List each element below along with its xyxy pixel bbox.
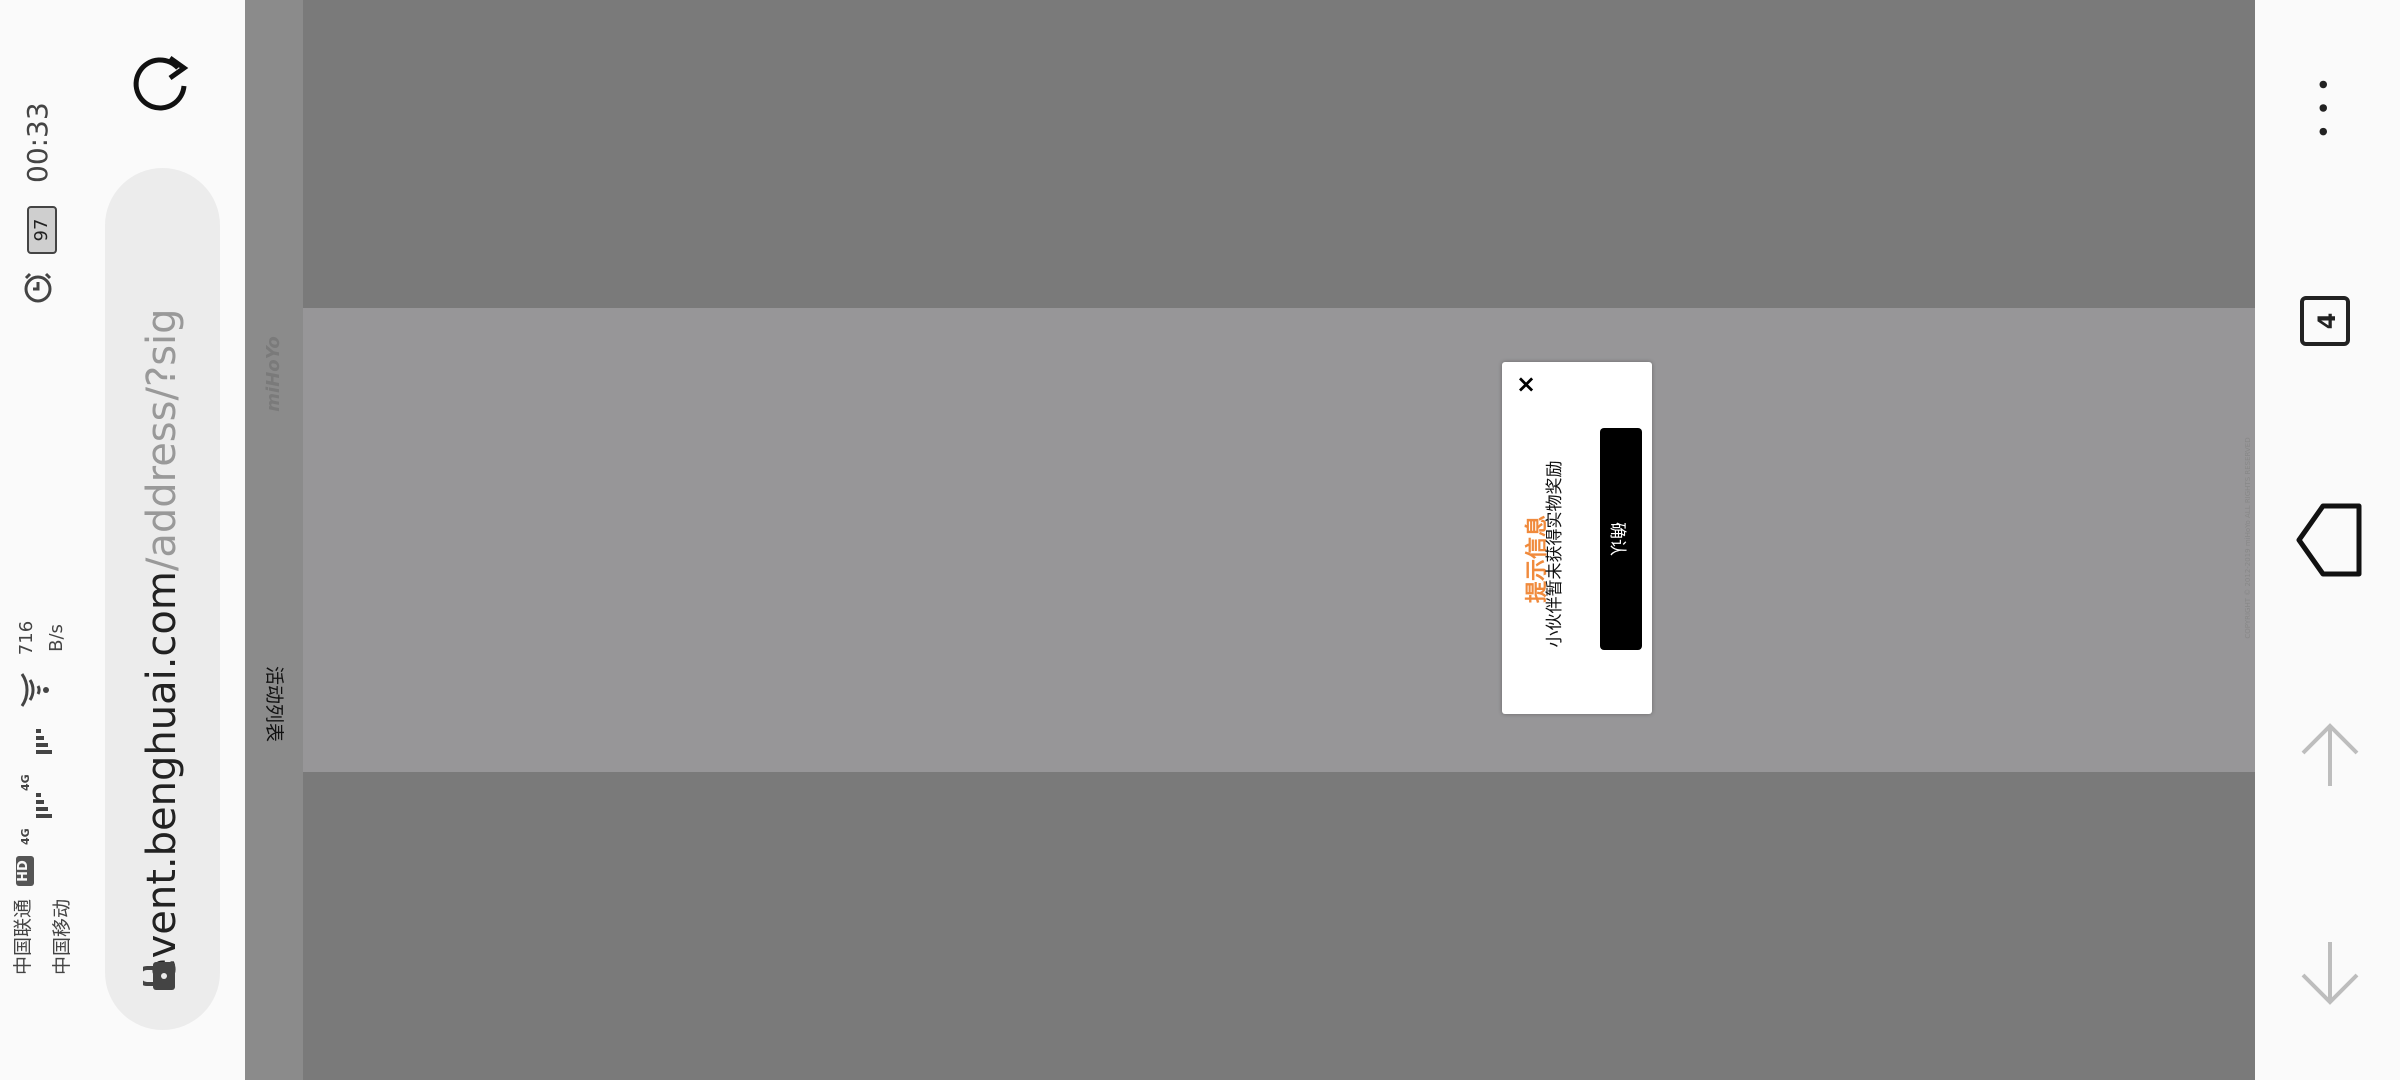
signal-2-icon bbox=[36, 729, 52, 754]
battery-indicator: 97 bbox=[27, 206, 57, 254]
page-mid-band bbox=[303, 308, 2255, 772]
url-field[interactable]: event.benghuai.com/address/?sig bbox=[105, 168, 220, 1030]
dialog-message: 小伙伴暂未获得实物奖励 bbox=[1545, 460, 1565, 648]
net-speed-value: 716 bbox=[16, 620, 37, 656]
activity-list-link[interactable]: 活动列表 bbox=[263, 659, 289, 749]
more-menu-icon[interactable]: • • • bbox=[2307, 48, 2343, 168]
confirm-button-label: 确认 bbox=[1607, 522, 1627, 556]
hd-badge: HD bbox=[16, 856, 34, 886]
page-bottom-band bbox=[303, 772, 2255, 1080]
clock-time: 00:33 bbox=[21, 102, 54, 183]
tab-count-button[interactable]: 4 bbox=[2300, 296, 2350, 346]
network-type-2: 4G bbox=[19, 774, 32, 791]
url-domain: event.benghuai.com bbox=[139, 571, 185, 983]
scroll-up-arrow-icon[interactable] bbox=[2295, 720, 2365, 790]
home-icon[interactable] bbox=[2295, 500, 2365, 580]
page-top-band bbox=[303, 0, 2255, 308]
browser-nav-bar: • • • 4 bbox=[2255, 0, 2400, 1080]
confirm-button[interactable]: 确认 bbox=[1600, 428, 1642, 650]
scroll-down-arrow-icon[interactable] bbox=[2295, 938, 2365, 1008]
mihoyo-logo: miHoYo bbox=[263, 336, 284, 412]
page-sidebar: miHoYo 活动列表 bbox=[245, 0, 303, 1080]
wifi-icon bbox=[20, 673, 49, 707]
reload-icon[interactable] bbox=[126, 48, 196, 118]
lock-icon bbox=[143, 962, 175, 990]
network-type-1: 4G bbox=[19, 828, 32, 845]
carrier-1-label: 中国联通 bbox=[12, 898, 34, 975]
net-speed-unit: B/s bbox=[46, 624, 67, 652]
alarm-icon bbox=[24, 272, 52, 303]
status-bar: 中国联通 HD 中国移动 4G 4G 716 B/s 97 00:33 bbox=[0, 0, 98, 1080]
url-text[interactable]: event.benghuai.com/address/?sig bbox=[134, 213, 190, 983]
url-path: /address/?sig bbox=[139, 308, 185, 572]
carrier-2-label: 中国移动 bbox=[51, 898, 73, 975]
signal-1-icon bbox=[36, 793, 52, 818]
close-icon[interactable]: × bbox=[1514, 372, 1538, 396]
